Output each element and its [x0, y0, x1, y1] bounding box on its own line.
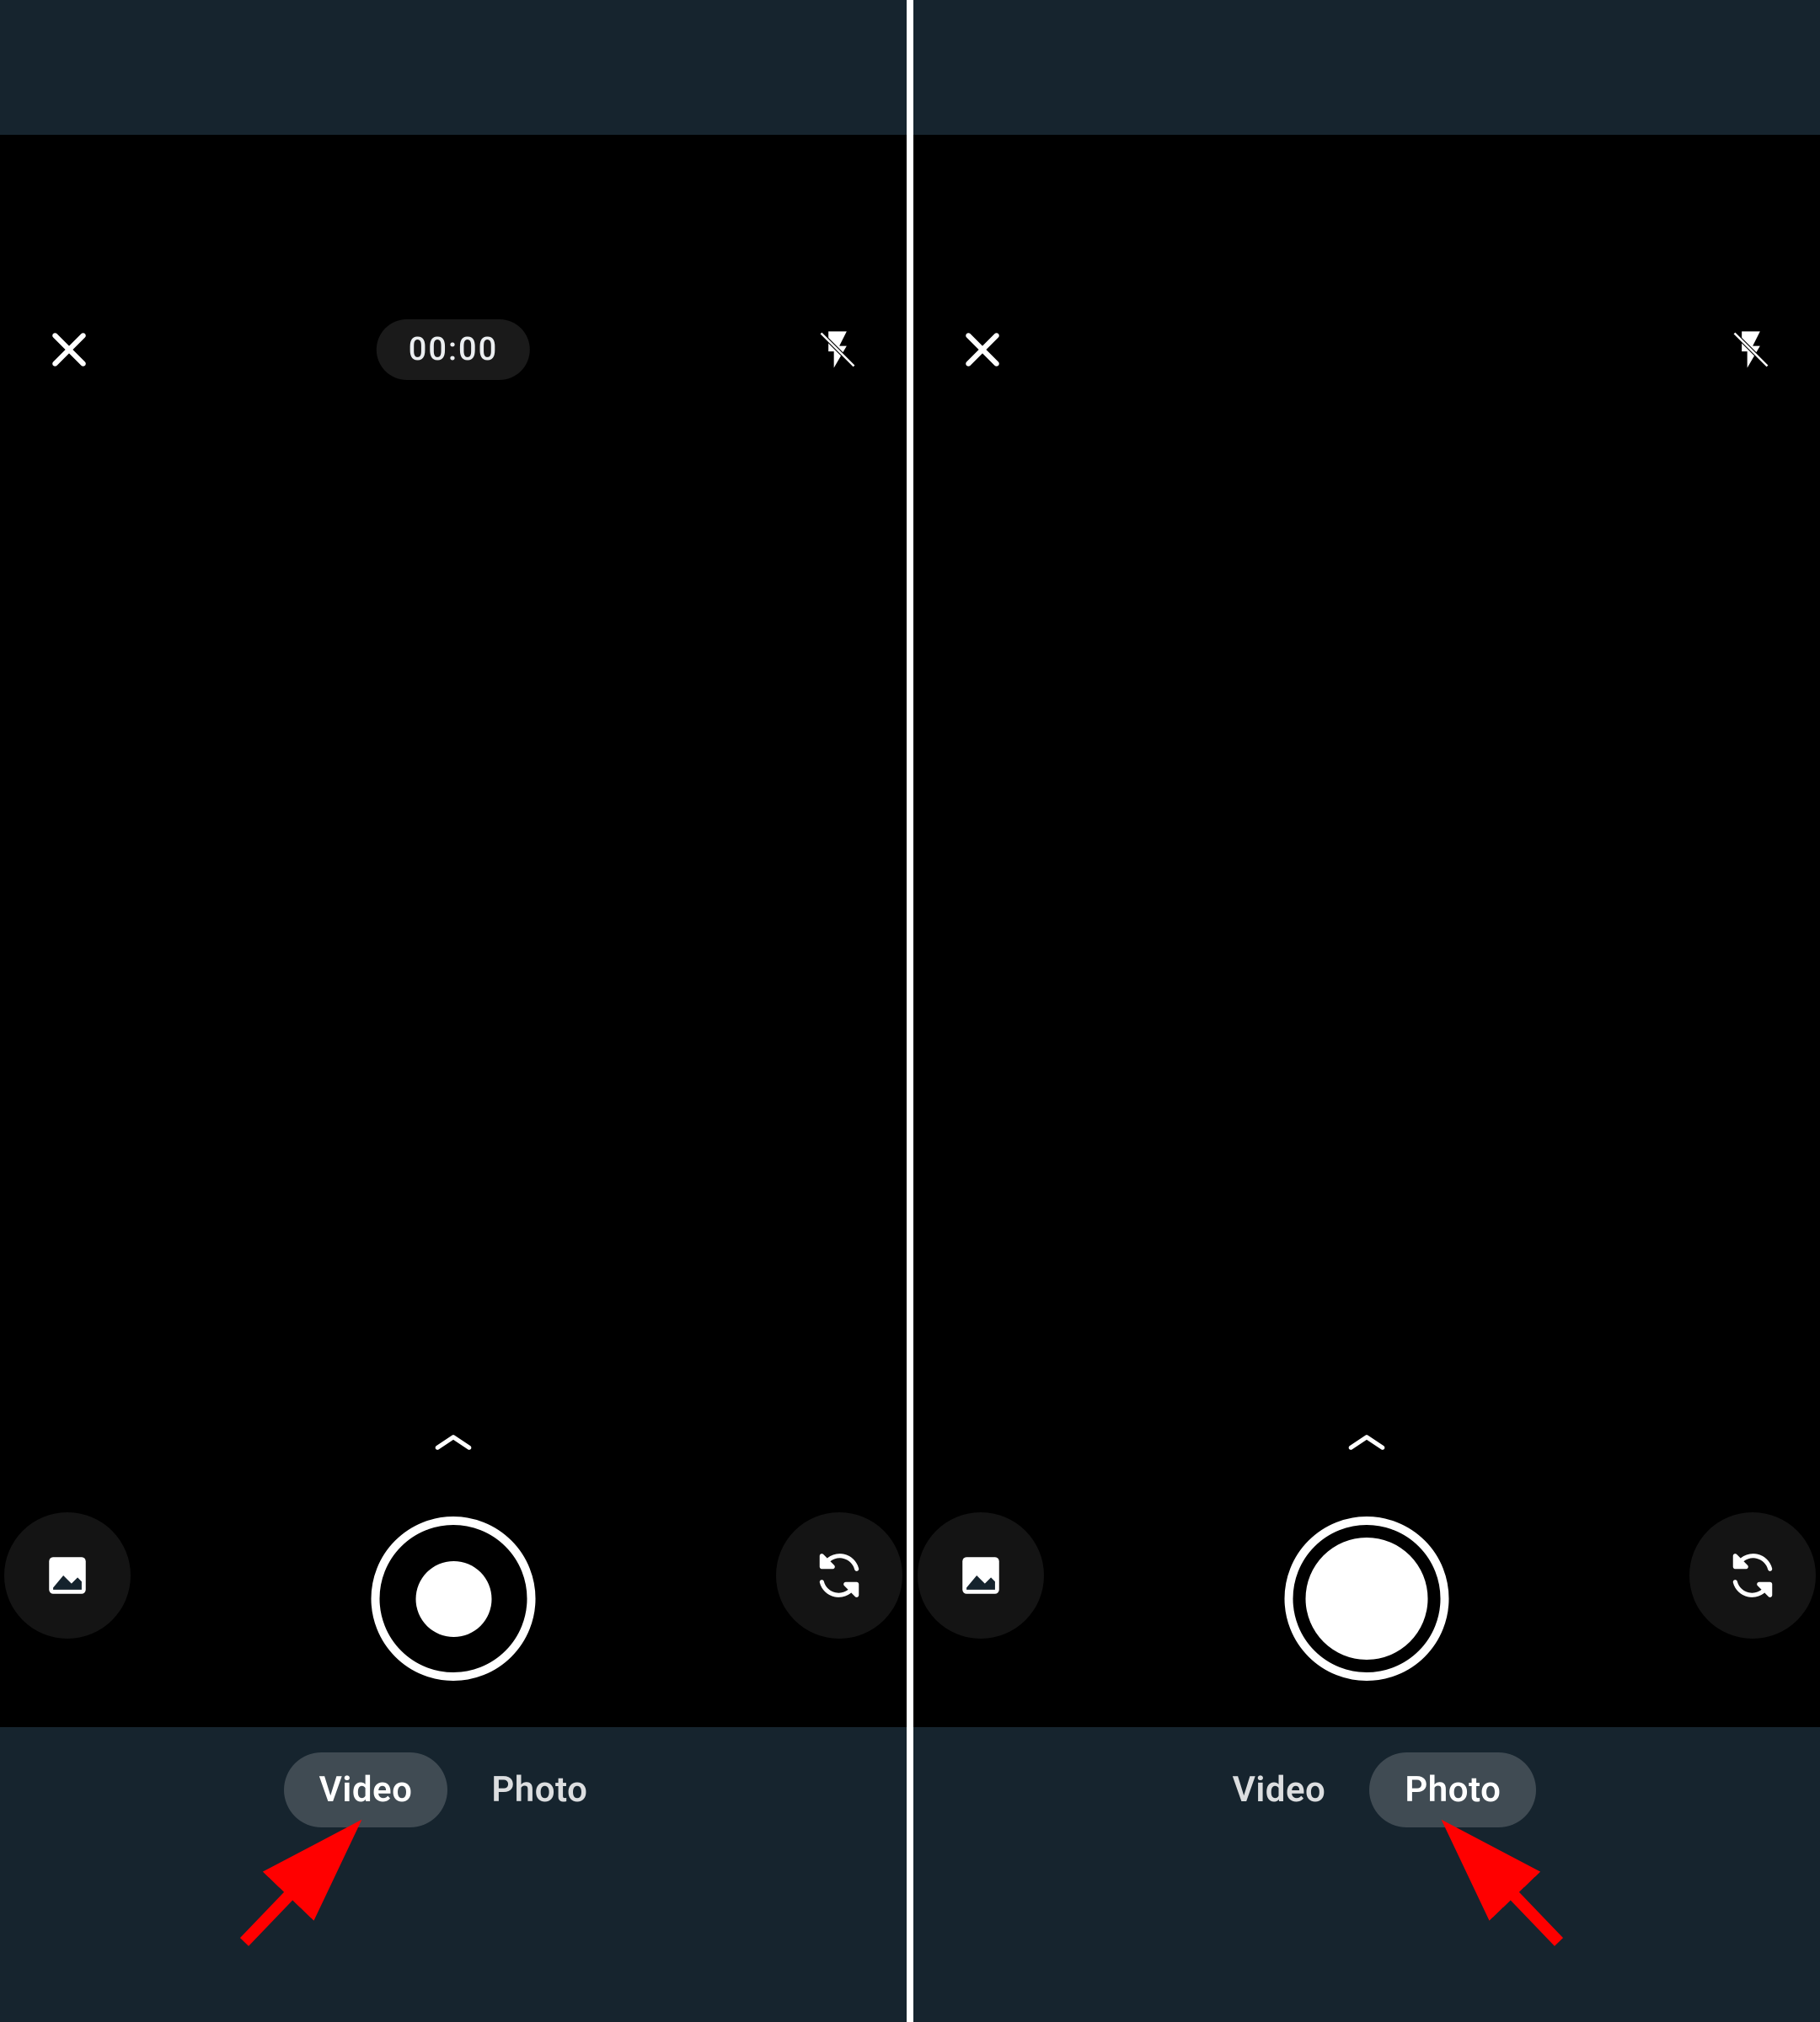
gallery-button[interactable] — [4, 1512, 131, 1639]
gallery-icon — [43, 1551, 92, 1600]
mode-tab-photo[interactable]: Photo — [456, 1752, 623, 1827]
switch-camera-icon — [1726, 1549, 1779, 1602]
flash-off-icon — [816, 328, 859, 372]
status-bar — [0, 0, 907, 135]
recording-timer: 00:00 — [377, 319, 530, 380]
pane-divider — [907, 0, 913, 2022]
chevron-up-icon — [1346, 1431, 1388, 1454]
gallery-button[interactable] — [918, 1512, 1044, 1639]
expand-options-button[interactable] — [432, 1431, 474, 1458]
flash-off-icon — [1729, 328, 1773, 372]
camera-pane-video: 00:00 Video Photo — [0, 0, 907, 2022]
flash-toggle-button[interactable] — [1724, 323, 1778, 377]
flash-toggle-button[interactable] — [811, 323, 864, 377]
switch-camera-button[interactable] — [776, 1512, 902, 1639]
chevron-up-icon — [432, 1431, 474, 1454]
shutter-indicator — [415, 1561, 491, 1637]
close-button[interactable] — [956, 323, 1009, 377]
gallery-icon — [956, 1551, 1005, 1600]
camera-viewfinder[interactable] — [913, 135, 1820, 1727]
close-icon — [48, 329, 90, 371]
switch-camera-icon — [813, 1549, 865, 1602]
close-button[interactable] — [42, 323, 96, 377]
status-bar — [913, 0, 1820, 135]
camera-viewfinder[interactable]: 00:00 — [0, 135, 907, 1727]
shutter-indicator — [1305, 1538, 1427, 1660]
close-icon — [961, 329, 1004, 371]
mode-tab-video[interactable]: Video — [284, 1752, 448, 1827]
expand-options-button[interactable] — [1346, 1431, 1388, 1458]
switch-camera-button[interactable] — [1689, 1512, 1816, 1639]
shutter-button[interactable] — [372, 1516, 536, 1681]
mode-tab-video[interactable]: Video — [1197, 1752, 1362, 1827]
camera-pane-photo: Video Photo — [913, 0, 1820, 2022]
mode-tab-photo[interactable]: Photo — [1369, 1752, 1536, 1827]
shutter-button[interactable] — [1284, 1516, 1448, 1681]
mode-selector: Video Photo — [0, 1727, 907, 2022]
mode-selector: Video Photo — [913, 1727, 1820, 2022]
